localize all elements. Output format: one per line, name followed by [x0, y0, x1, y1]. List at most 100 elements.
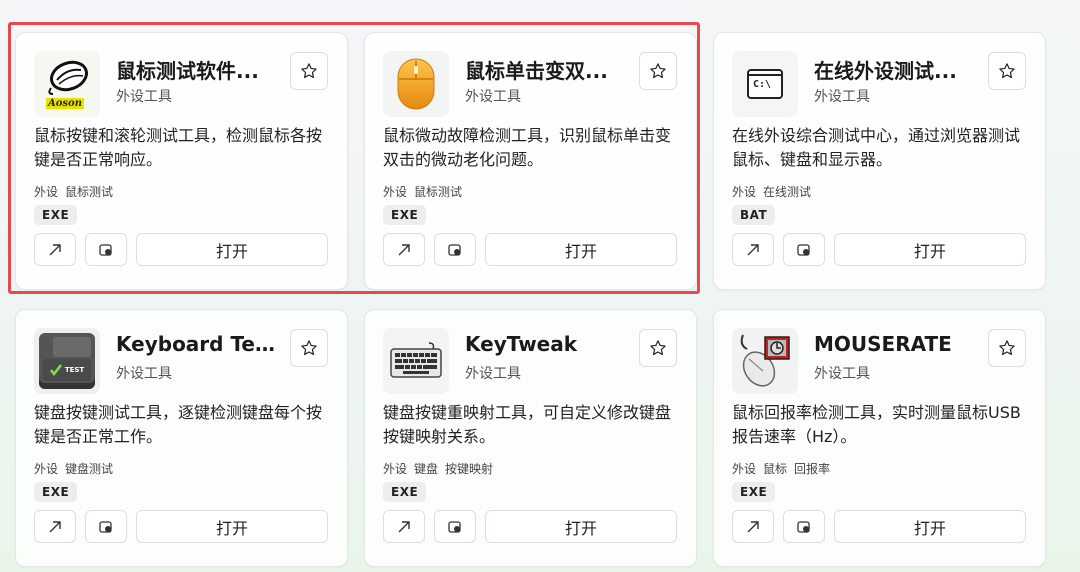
tool-description: 键盘按键测试工具，逐键检测键盘每个按键是否正常工作。	[34, 403, 323, 446]
tool-card[interactable]: KeyTweak 外设工具 键盘按键重映射工具，可自定义修改键盘按键映射关系。 …	[364, 309, 697, 567]
arrow-up-right-icon	[398, 520, 410, 532]
tool-title: Keyboard Tes...	[116, 332, 276, 356]
external-link-button[interactable]	[732, 510, 774, 543]
star-icon	[301, 63, 317, 79]
tag: 键盘	[414, 462, 439, 476]
open-location-button[interactable]	[85, 233, 127, 266]
favorite-button[interactable]	[290, 52, 328, 90]
tag: 外设	[383, 185, 408, 199]
tag: 回报率	[794, 462, 831, 476]
star-icon	[650, 340, 666, 356]
external-link-button[interactable]	[34, 233, 76, 266]
tool-description: 鼠标按键和滚轮测试工具，检测鼠标各按键是否正常响应。	[34, 126, 323, 169]
tag-list: 外设 键盘 按键映射	[383, 460, 493, 477]
tool-title: 鼠标单击变双...	[465, 59, 608, 83]
mouse-rate-icon	[732, 328, 798, 394]
favorite-button[interactable]	[290, 329, 328, 367]
file-type-badge: EXE	[383, 205, 427, 225]
tag: 鼠标	[763, 462, 788, 476]
open-location-button[interactable]	[434, 510, 476, 543]
tool-card[interactable]: MOUSERATE 外设工具 鼠标回报率检测工具，实时测量鼠标USB 报告速率（…	[713, 309, 1046, 567]
star-icon	[650, 63, 666, 79]
file-type-badge: EXE	[34, 482, 78, 502]
tag: 外设	[732, 185, 757, 199]
tool-category: 外设工具	[116, 89, 172, 105]
open-button[interactable]: 打开	[834, 233, 1026, 266]
tag-list: 外设 鼠标测试	[383, 183, 462, 200]
orange-mouse-icon	[383, 51, 449, 117]
tag: 按键映射	[445, 462, 494, 476]
external-link-button[interactable]	[732, 233, 774, 266]
tool-description: 鼠标回报率检测工具，实时测量鼠标USB 报告速率（Hz）。	[732, 403, 1021, 446]
terminal-prompt-text: C:\	[753, 79, 772, 90]
arrow-up-right-icon	[49, 243, 61, 255]
folder-icon	[797, 243, 810, 256]
star-icon	[999, 340, 1015, 356]
file-type-badge: EXE	[732, 482, 776, 502]
file-type-badge: EXE	[383, 482, 427, 502]
tag-list: 外设 鼠标测试	[34, 183, 113, 200]
check-icon	[49, 364, 62, 376]
star-icon	[301, 340, 317, 356]
tool-description: 在线外设综合测试中心，通过浏览器测试鼠标、键盘和显示器。	[732, 126, 1021, 169]
icon-text: TEST	[64, 366, 85, 374]
folder-icon	[99, 520, 112, 533]
tag: 外设	[383, 462, 408, 476]
tag: 在线测试	[763, 185, 812, 199]
keyboard-icon	[383, 328, 449, 394]
open-button[interactable]: 打开	[136, 510, 328, 543]
terminal-icon: C:\	[732, 51, 798, 117]
tag-list: 外设 键盘测试	[34, 460, 113, 477]
tool-card[interactable]: C:\ 在线外设测试... 外设工具 在线外设综合测试中心，通过浏览器测试鼠标、…	[713, 32, 1046, 290]
arrow-up-right-icon	[747, 520, 759, 532]
tool-category: 外设工具	[814, 89, 870, 105]
open-button[interactable]: 打开	[136, 233, 328, 266]
folder-icon	[448, 243, 461, 256]
external-link-button[interactable]	[383, 510, 425, 543]
arrow-up-right-icon	[398, 243, 410, 255]
open-button[interactable]: 打开	[485, 510, 677, 543]
folder-icon	[99, 243, 112, 256]
folder-icon	[448, 520, 461, 533]
mouse-logo-icon: Aoson	[34, 51, 100, 117]
open-location-button[interactable]	[85, 510, 127, 543]
favorite-button[interactable]	[639, 52, 677, 90]
arrow-up-right-icon	[49, 520, 61, 532]
favorite-button[interactable]	[988, 52, 1026, 90]
tool-title: KeyTweak	[465, 332, 578, 356]
star-icon	[999, 63, 1015, 79]
tool-card[interactable]: TEST Keyboard Tes... 外设工具 键盘按键测试工具，逐键检测键…	[15, 309, 348, 567]
tool-title: 在线外设测试...	[814, 59, 957, 83]
tool-category: 外设工具	[814, 366, 870, 382]
tag: 鼠标测试	[414, 185, 463, 199]
file-type-badge: EXE	[34, 205, 78, 225]
file-type-badge: BAT	[732, 205, 776, 225]
favorite-button[interactable]	[988, 329, 1026, 367]
keyboard-test-icon: TEST	[34, 328, 100, 394]
logo-text: Aoson	[46, 98, 84, 109]
tool-category: 外设工具	[465, 89, 521, 105]
tool-category: 外设工具	[116, 366, 172, 382]
tool-card[interactable]: Aoson 鼠标测试软件... 外设工具 鼠标按键和滚轮测试工具，检测鼠标各按键…	[15, 32, 348, 290]
arrow-up-right-icon	[747, 243, 759, 255]
open-button[interactable]: 打开	[834, 510, 1026, 543]
tag: 外设	[34, 185, 59, 199]
tool-card[interactable]: 鼠标单击变双... 外设工具 鼠标微动故障检测工具，识别鼠标单击变双击的微动老化…	[364, 32, 697, 290]
external-link-button[interactable]	[34, 510, 76, 543]
tag: 外设	[34, 462, 59, 476]
folder-icon	[797, 520, 810, 533]
tool-description: 鼠标微动故障检测工具，识别鼠标单击变双击的微动老化问题。	[383, 126, 672, 169]
tag: 鼠标测试	[65, 185, 114, 199]
tag-list: 外设 在线测试	[732, 183, 811, 200]
external-link-button[interactable]	[383, 233, 425, 266]
tag: 外设	[732, 462, 757, 476]
favorite-button[interactable]	[639, 329, 677, 367]
tool-title: MOUSERATE	[814, 332, 952, 356]
tool-category: 外设工具	[465, 366, 521, 382]
tag: 键盘测试	[65, 462, 114, 476]
open-location-button[interactable]	[434, 233, 476, 266]
open-button[interactable]: 打开	[485, 233, 677, 266]
tool-title: 鼠标测试软件...	[116, 59, 259, 83]
open-location-button[interactable]	[783, 233, 825, 266]
open-location-button[interactable]	[783, 510, 825, 543]
